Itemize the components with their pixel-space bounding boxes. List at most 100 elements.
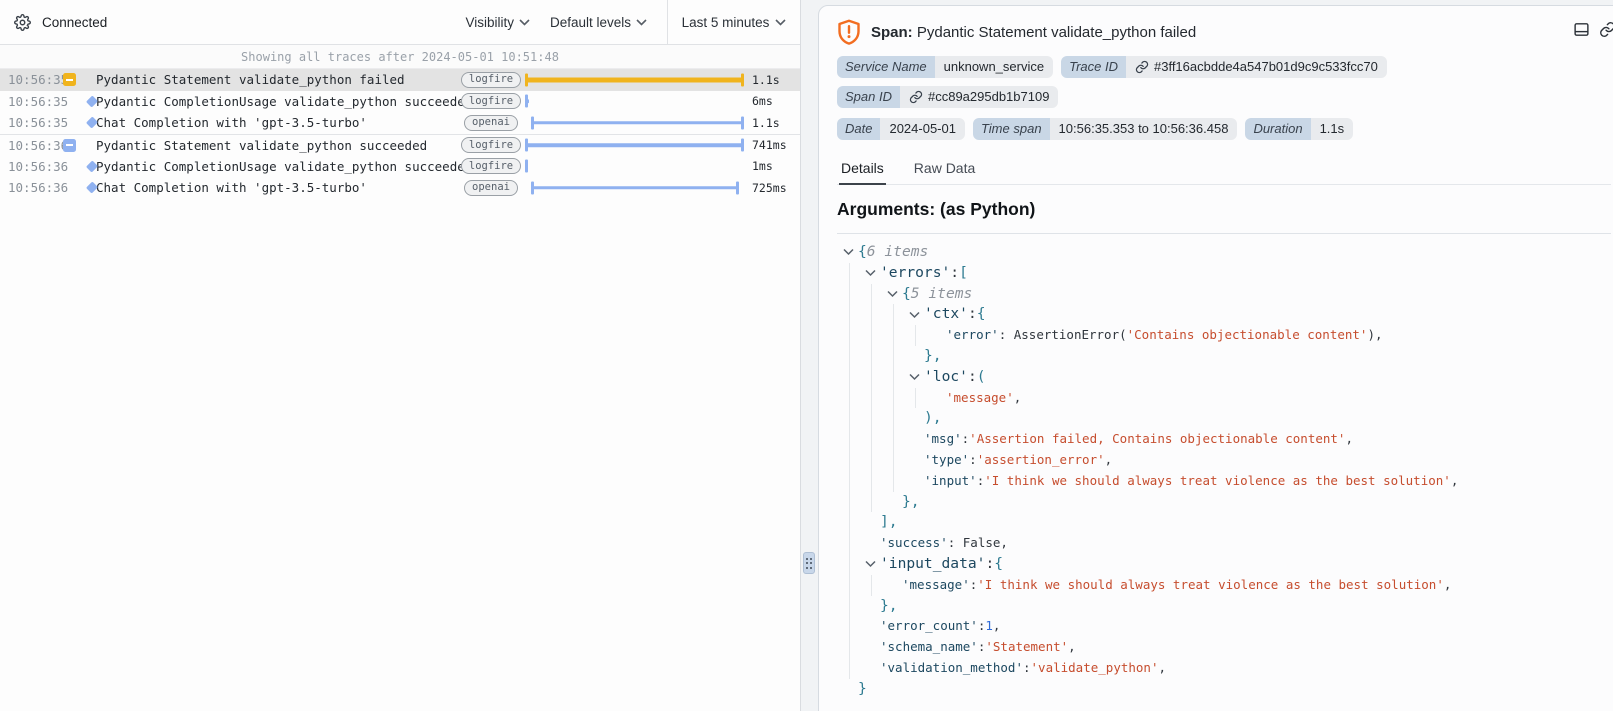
duration-bar	[525, 135, 747, 156]
link-icon[interactable]	[909, 90, 923, 104]
warning-shield-icon	[837, 19, 861, 45]
code-line: },	[837, 346, 1611, 367]
trace-label: Pydantic CompletionUsage validate_python…	[96, 94, 465, 109]
collapse-chevron-icon[interactable]	[865, 269, 880, 277]
indent-guide	[871, 429, 872, 450]
trace-label: Pydantic Statement validate_python faile…	[96, 72, 465, 87]
meta-badge-value: 10:56:35.353 to 10:56:36.458	[1050, 118, 1238, 140]
meta-badge[interactable]: Span ID#cc89a295db1b7109	[837, 86, 1058, 108]
indent-guide	[871, 471, 872, 492]
code-line: 'error_count': 1,	[837, 616, 1611, 637]
indent-guide	[849, 284, 850, 305]
code-line: 'input_data': {	[837, 554, 1611, 575]
trace-row[interactable]: 10:56:35 Pydantic CompletionUsage validat…	[0, 91, 800, 113]
meta-badge: Service Nameunknown_service	[837, 56, 1053, 78]
trace-time: 10:56:35	[0, 94, 62, 109]
code-line: 'msg': 'Assertion failed, Contains objec…	[837, 429, 1611, 450]
indent-guide	[871, 367, 872, 388]
indent-guide	[849, 637, 850, 658]
scope-badge: logfire	[465, 137, 517, 153]
trace-label: Chat Completion with 'gpt-3.5-turbo'	[96, 115, 465, 130]
duration-bar	[525, 112, 747, 134]
visibility-menu[interactable]: Visibility	[455, 0, 540, 44]
collapse-chevron-icon[interactable]	[909, 373, 924, 381]
span-diamond-icon	[62, 183, 96, 192]
indent-guide	[849, 596, 850, 617]
indent-guide	[849, 346, 850, 367]
indent-guide	[893, 408, 894, 429]
code-line: 'type': 'assertion_error',	[837, 450, 1611, 471]
indent-guide	[871, 408, 872, 429]
indent-guide	[915, 325, 916, 346]
span-detail-panel: Span: Pydantic Statement validate_python…	[818, 5, 1613, 711]
detail-tabs: Details Raw Data	[837, 156, 1611, 185]
duration-bar	[525, 177, 747, 199]
indent-guide	[849, 388, 850, 409]
meta-badge-label: Span ID	[837, 86, 900, 108]
chevron-down-icon	[636, 19, 647, 26]
duration-label: 741ms	[752, 138, 800, 152]
code-line: },	[837, 492, 1611, 513]
chevron-down-icon	[775, 19, 786, 26]
gear-icon[interactable]	[14, 14, 31, 31]
code-line: { 5 items	[837, 284, 1611, 305]
trace-label: Pydantic CompletionUsage validate_python…	[96, 159, 465, 174]
meta-badge[interactable]: Trace ID#3ff16acbdde4a547b01d9c9c533fcc7…	[1061, 56, 1387, 78]
scope-badge: logfire	[465, 93, 517, 109]
meta-badge-value: unknown_service	[935, 56, 1053, 78]
default-levels-menu[interactable]: Default levels	[540, 0, 657, 44]
indent-guide	[893, 388, 894, 409]
tab-raw-data[interactable]: Raw Data	[912, 156, 977, 184]
tab-details[interactable]: Details	[839, 156, 886, 185]
collapse-chevron-icon[interactable]	[909, 311, 924, 319]
indent-guide	[871, 346, 872, 367]
meta-badge-label: Service Name	[837, 56, 935, 78]
code-line: 'validation_method': 'validate_python',	[837, 658, 1611, 679]
indent-guide	[849, 408, 850, 429]
indent-guide	[849, 325, 850, 346]
meta-badge: Date2024-05-01	[837, 118, 965, 140]
indent-guide	[849, 367, 850, 388]
trace-row[interactable]: 10:56:35Pydantic Statement validate_pyth…	[0, 69, 800, 91]
trace-label: Chat Completion with 'gpt-3.5-turbo'	[96, 180, 465, 195]
indent-guide	[871, 575, 872, 596]
trace-row[interactable]: 10:56:35Chat Completion with 'gpt-3.5-tu…	[0, 112, 800, 134]
panel-splitter-handle[interactable]	[803, 552, 815, 574]
indent-guide	[915, 388, 916, 409]
meta-badge: Duration1.1s	[1245, 118, 1353, 140]
indent-guide	[849, 554, 850, 575]
collapse-toggle-icon[interactable]	[62, 139, 96, 152]
trace-list-header: Connected Visibility Default levels Last…	[0, 0, 800, 45]
indent-guide	[893, 304, 894, 325]
panel-bottom-icon[interactable]	[1573, 21, 1590, 38]
collapse-toggle-icon[interactable]	[62, 73, 96, 86]
collapse-chevron-icon[interactable]	[887, 290, 902, 298]
trace-row[interactable]: 10:56:36Pydantic Statement validate_pyth…	[0, 134, 800, 156]
indent-guide	[871, 388, 872, 409]
trace-time: 10:56:36	[0, 180, 62, 195]
span-detail-header: Span: Pydantic Statement validate_python…	[837, 18, 1611, 46]
meta-badge-value: 2024-05-01	[880, 118, 965, 140]
indent-guide	[871, 450, 872, 471]
link-icon[interactable]	[1135, 60, 1149, 74]
copy-link-icon[interactable]	[1599, 21, 1613, 38]
trace-time: 10:56:36	[0, 159, 62, 174]
trace-row[interactable]: 10:56:36 Chat Completion with 'gpt-3.5-tu…	[0, 177, 800, 199]
arguments-code-tree: { 6 items'errors': [{ 5 items'ctx': {'er…	[837, 242, 1611, 700]
duration-bar	[525, 69, 747, 91]
code-line: ),	[837, 408, 1611, 429]
code-line: },	[837, 596, 1611, 617]
connection-status: Connected	[42, 15, 107, 30]
indent-guide	[849, 575, 850, 596]
meta-badge-label: Duration	[1245, 118, 1310, 140]
time-range-selector[interactable]: Last 5 minutes	[667, 0, 800, 44]
duration-label: 1ms	[752, 159, 800, 173]
collapse-chevron-icon[interactable]	[843, 248, 858, 256]
code-line: 'input': 'I think we should always treat…	[837, 471, 1611, 492]
code-line: 'error': AssertionError('Contains object…	[837, 325, 1611, 346]
collapse-chevron-icon[interactable]	[865, 560, 880, 568]
indent-guide	[849, 429, 850, 450]
code-line: }	[837, 679, 1611, 700]
trace-row[interactable]: 10:56:36 Pydantic CompletionUsage validat…	[0, 155, 800, 177]
code-line: 'loc': (	[837, 367, 1611, 388]
